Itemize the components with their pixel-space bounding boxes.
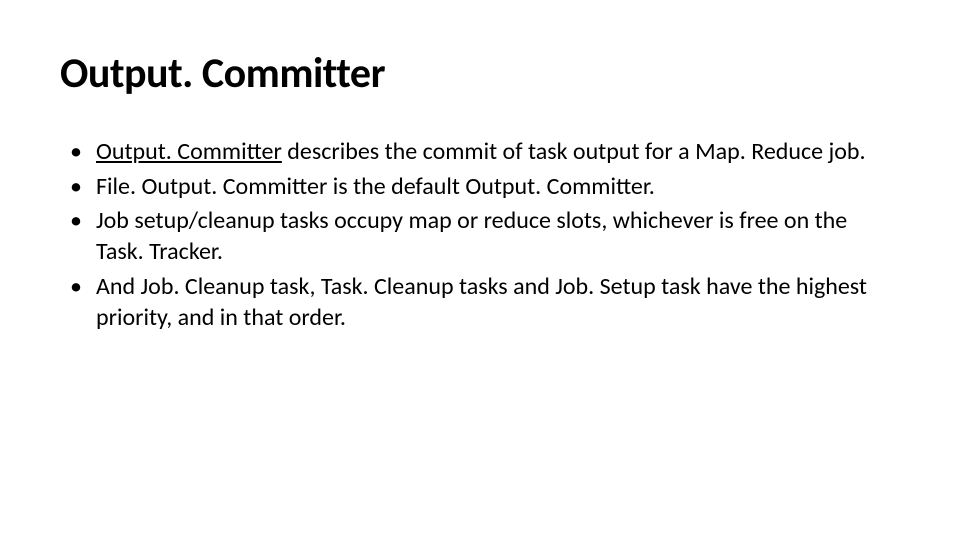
bullet-text: Job setup/cleanup tasks occupy map or re… [96,206,847,266]
bullet-text: describes the commit of task output for … [282,137,866,166]
slide-title: Output. Committer [60,48,900,99]
link-output-committer[interactable]: Output. Committer [96,137,282,166]
list-item: File. Output. Committer is the default O… [60,172,900,203]
list-item: Job setup/cleanup tasks occupy map or re… [60,206,900,267]
list-item: And Job. Cleanup task, Task. Cleanup tas… [60,272,900,333]
bullet-text: And Job. Cleanup task, Task. Cleanup tas… [96,272,867,332]
bullet-list: Output. Committer describes the commit o… [60,137,900,333]
bullet-text: File. Output. Committer is the default O… [96,172,655,201]
slide: Output. Committer Output. Committer desc… [0,0,960,540]
slide-body: Output. Committer describes the commit o… [60,137,900,333]
list-item: Output. Committer describes the commit o… [60,137,900,168]
